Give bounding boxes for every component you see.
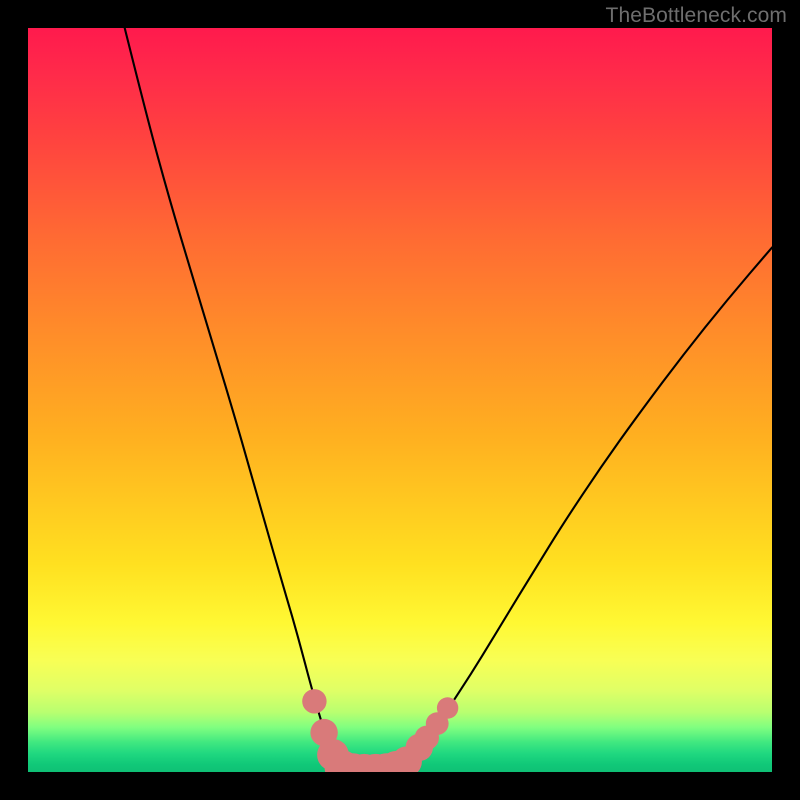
bottleneck-curve [125, 28, 772, 772]
watermark-text: TheBottleneck.com [606, 4, 787, 28]
floor-marker [302, 689, 326, 713]
floor-marker [437, 697, 458, 718]
plot-area [28, 28, 772, 772]
curve-layer [28, 28, 772, 772]
chart-frame: TheBottleneck.com [0, 0, 800, 800]
floor-marker-group [302, 689, 458, 772]
